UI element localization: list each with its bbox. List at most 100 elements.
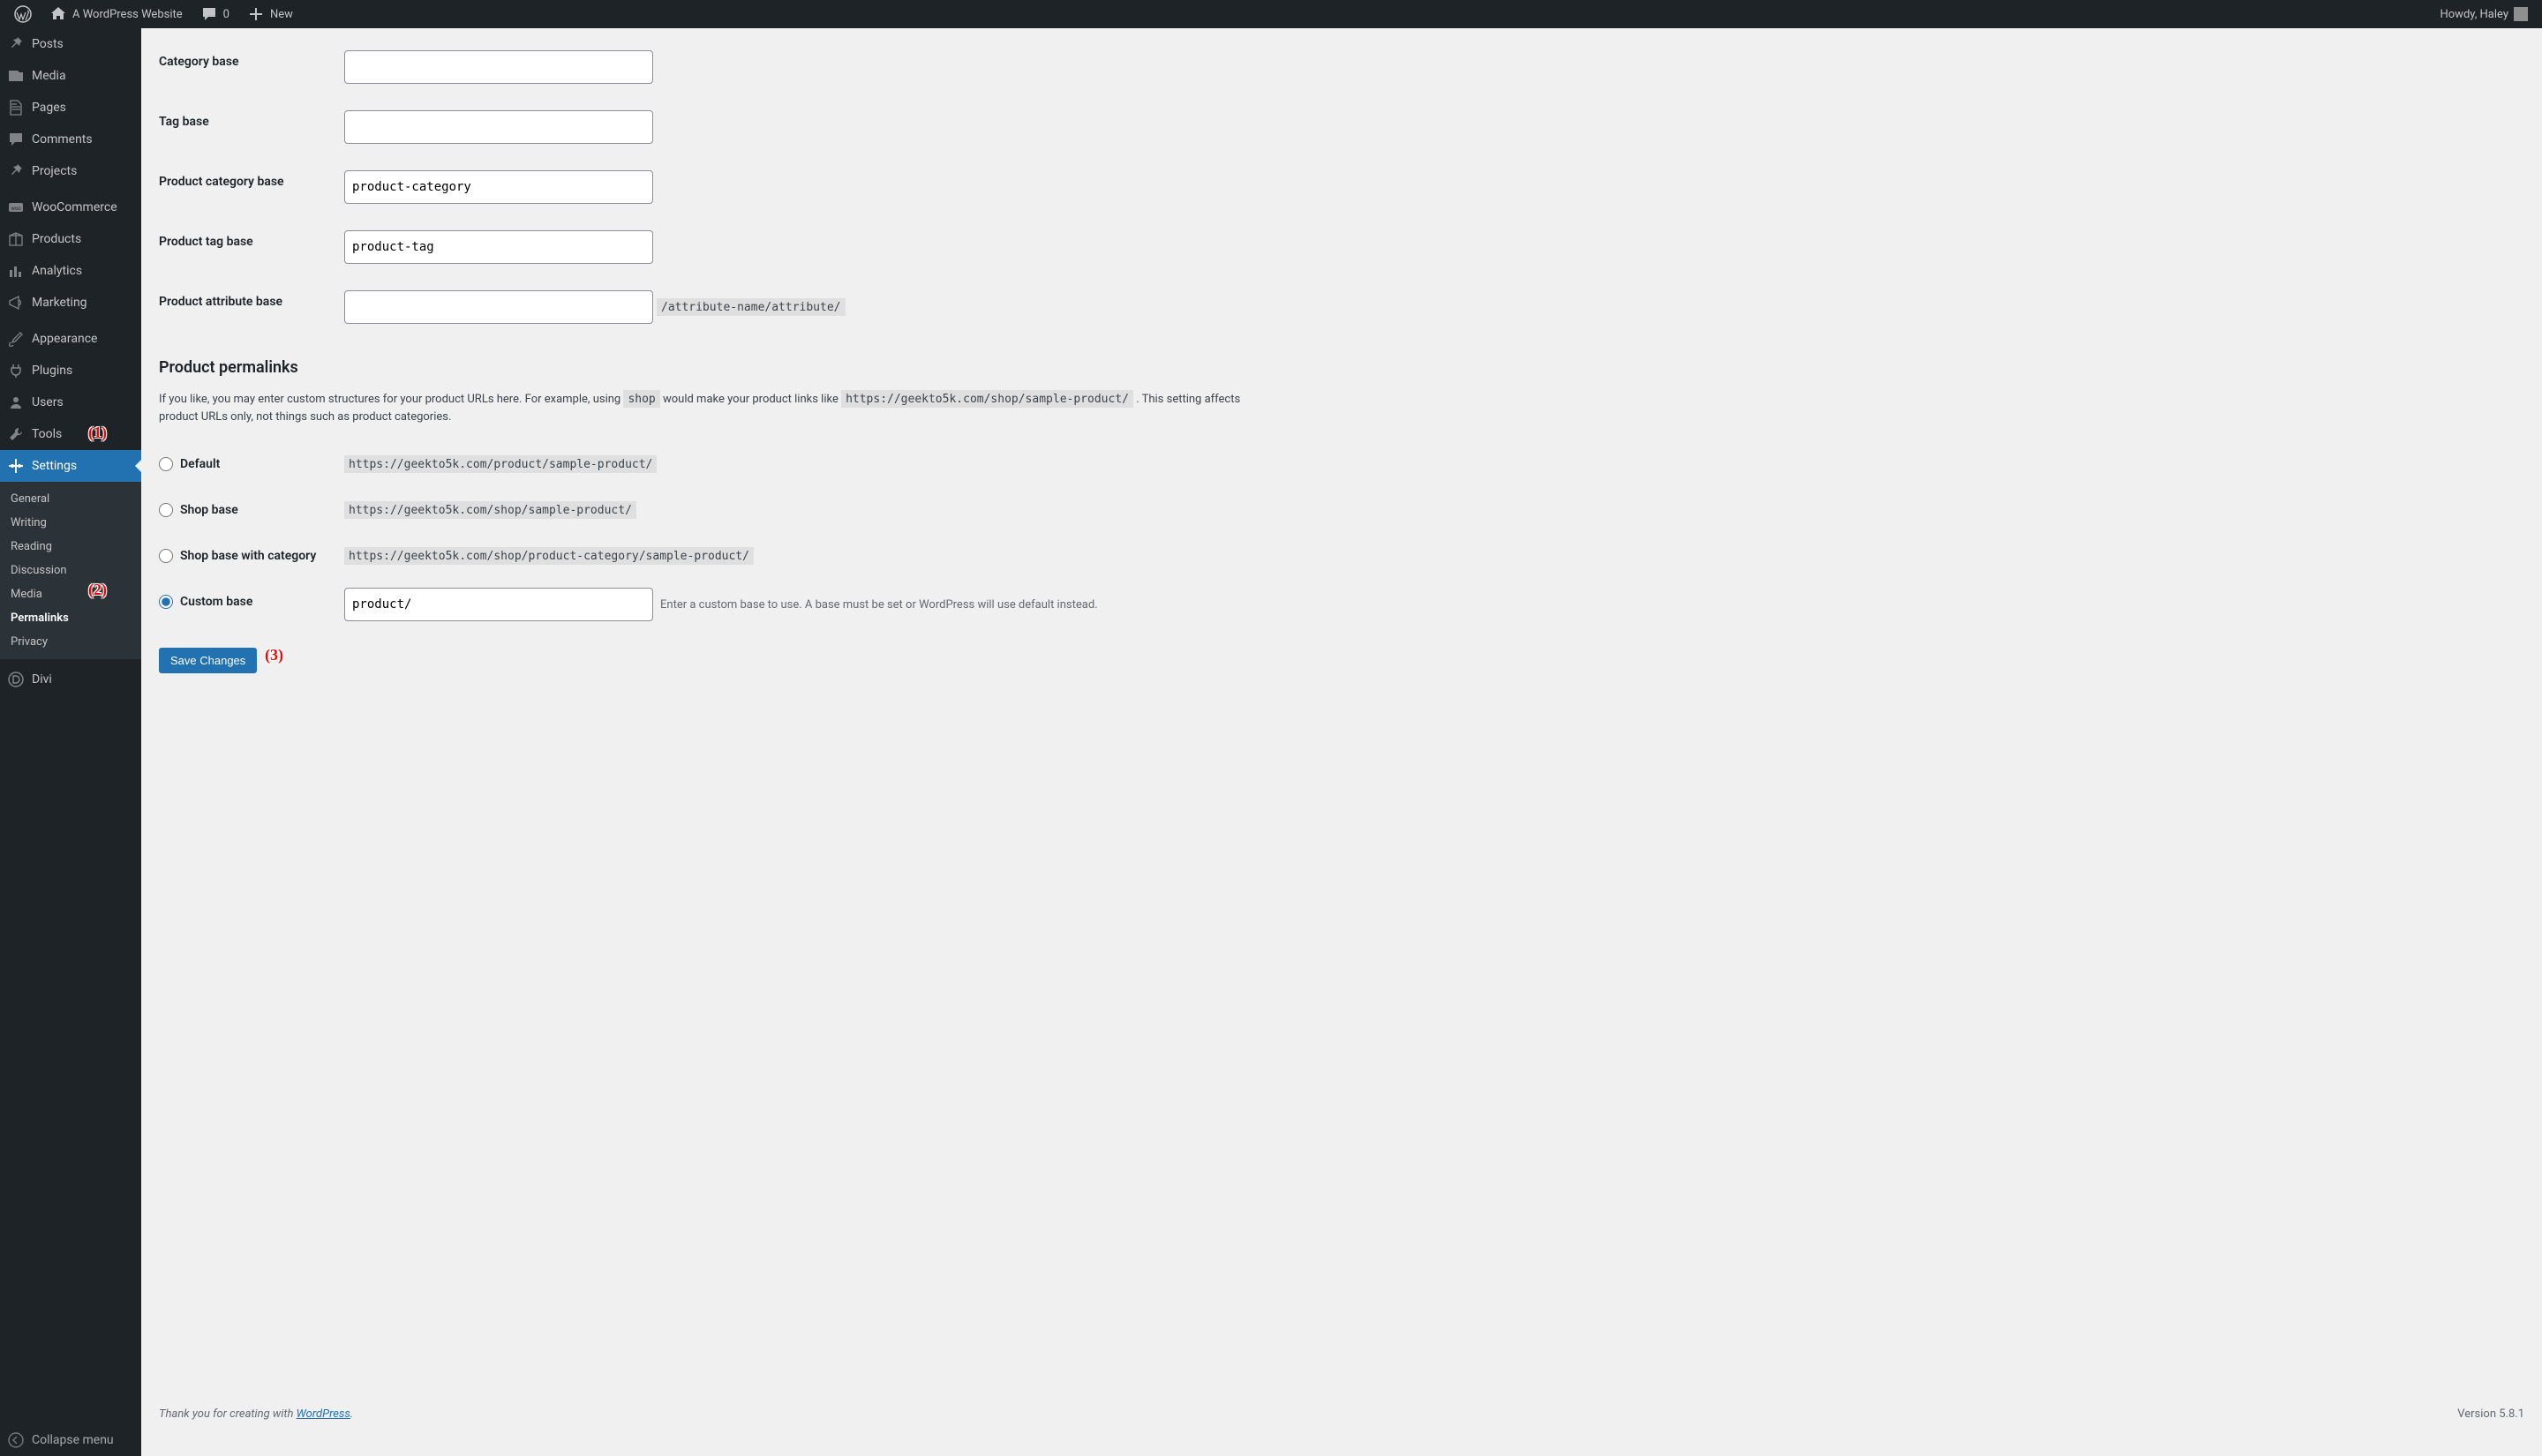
menu-label: Comments	[32, 132, 93, 146]
submenu-general[interactable]: General	[0, 487, 141, 511]
field-label: Category base	[159, 37, 335, 97]
sidebar-item-media[interactable]: Media	[0, 60, 141, 92]
admin-bar: A WordPress Website 0 New Howdy, Haley	[0, 0, 2542, 28]
menu-label: Posts	[32, 37, 64, 51]
submenu-writing[interactable]: Writing	[0, 511, 141, 535]
permalink-option-custom[interactable]: Custom base	[159, 595, 327, 609]
submenu-privacy[interactable]: Privacy	[0, 630, 141, 654]
sidebar-item-comments[interactable]: Comments	[0, 124, 141, 155]
comment-icon	[200, 5, 218, 23]
comments-link[interactable]: 0	[193, 0, 237, 28]
home-icon	[49, 5, 67, 23]
footer: Thank you for creating with WordPress. V…	[159, 1372, 2524, 1421]
permalink-table: Defaulthttps://geekto5k.com/product/samp…	[159, 441, 2524, 630]
sidebar-item-appearance[interactable]: Appearance	[0, 323, 141, 355]
menu-label: Users	[32, 395, 64, 409]
custom-help: Enter a custom base to use. A base must …	[660, 598, 1098, 612]
radio-custom-base[interactable]	[159, 595, 173, 609]
admin-sidebar: Posts Media Pages Comments Projects woo WooCo…	[0, 28, 141, 1456]
new-label: New	[270, 8, 293, 21]
menu-label: Divi	[32, 672, 52, 687]
sidebar-item-users[interactable]: Users	[0, 387, 141, 418]
permalink-example: https://geekto5k.com/shop/product-catego…	[344, 547, 754, 565]
wordpress-icon	[14, 5, 32, 23]
wordpress-link[interactable]: WordPress	[297, 1407, 350, 1421]
menu-label: Tools	[32, 427, 62, 441]
mega-icon	[7, 294, 25, 311]
collapse-icon	[7, 1431, 25, 1449]
permalink-option-0[interactable]: Default	[159, 457, 327, 471]
svg-text:woo: woo	[11, 206, 21, 212]
sidebar-item-projects[interactable]: Projects	[0, 155, 141, 187]
box-icon	[7, 230, 25, 248]
sidebar-item-posts[interactable]: Posts	[0, 28, 141, 60]
input-product-attribute-base[interactable]	[344, 290, 653, 324]
sidebar-item-tools[interactable]: Tools	[0, 418, 141, 450]
plug-icon	[7, 362, 25, 379]
settings-icon	[7, 457, 25, 475]
menu-label: Pages	[32, 101, 66, 115]
settings-submenu: GeneralWritingReadingDiscussionMediaPerm…	[0, 482, 141, 659]
menu-label: Marketing	[32, 296, 87, 310]
users-icon	[7, 394, 25, 411]
sidebar-item-pages[interactable]: Pages	[0, 92, 141, 124]
brush-icon	[7, 330, 25, 348]
pin-icon	[7, 162, 25, 180]
submenu-reading[interactable]: Reading	[0, 535, 141, 559]
input-custom-base[interactable]	[344, 588, 653, 621]
permalink-option-2[interactable]: Shop base with category	[159, 549, 327, 563]
comments-count: 0	[223, 8, 229, 21]
radio-default[interactable]	[159, 457, 173, 471]
input-product-tag-base[interactable]	[344, 230, 653, 264]
desc-code-url: https://geekto5k.com/shop/sample-product…	[841, 390, 1133, 408]
submenu-media[interactable]: Media	[0, 582, 141, 606]
howdy-link[interactable]: Howdy, Haley	[2433, 0, 2535, 28]
sidebar-item-marketing[interactable]: Marketing	[0, 287, 141, 319]
version-text: Version 5.8.1	[2457, 1407, 2524, 1421]
menu-label: Analytics	[32, 264, 82, 278]
field-label: Product category base	[159, 157, 335, 217]
sidebar-item-woocommerce[interactable]: woo WooCommerce	[0, 191, 141, 223]
page-icon	[7, 99, 25, 116]
collapse-menu[interactable]: Collapse menu	[0, 1424, 141, 1456]
menu-label: Settings	[32, 459, 77, 473]
annotation-3: (3)	[265, 646, 283, 664]
permalink-option-1[interactable]: Shop base	[159, 503, 327, 517]
save-changes-button[interactable]: Save Changes	[159, 648, 257, 673]
input-tag-base[interactable]	[344, 110, 653, 144]
new-link[interactable]: New	[240, 0, 300, 28]
field-label: Tag base	[159, 97, 335, 157]
input-product-category-base[interactable]	[344, 170, 653, 204]
sidebar-item-plugins[interactable]: Plugins	[0, 355, 141, 387]
submenu-permalinks[interactable]: Permalinks	[0, 606, 141, 630]
site-link[interactable]: A WordPress Website	[42, 0, 190, 28]
collapse-label: Collapse menu	[32, 1433, 114, 1447]
sidebar-item-settings[interactable]: Settings	[0, 450, 141, 482]
pin-icon	[7, 35, 25, 53]
menu-label: WooCommerce	[32, 200, 117, 214]
permalink-example: https://geekto5k.com/shop/sample-product…	[344, 501, 636, 519]
section-heading: Product permalinks	[159, 358, 2524, 377]
sidebar-item-products[interactable]: Products	[0, 223, 141, 255]
avatar	[2514, 7, 2528, 21]
sidebar-item-analytics[interactable]: Analytics	[0, 255, 141, 287]
chart-icon	[7, 262, 25, 280]
menu-label: Products	[32, 232, 81, 246]
radio-shop-base-with-category[interactable]	[159, 549, 173, 563]
input-category-base[interactable]	[344, 50, 653, 84]
site-name: A WordPress Website	[72, 8, 183, 21]
divi-icon	[7, 671, 25, 688]
wp-logo[interactable]	[7, 0, 39, 28]
main-content: Category baseTag baseProduct category ba…	[141, 28, 2542, 1456]
radio-shop-base[interactable]	[159, 503, 173, 517]
menu-label: Media	[32, 69, 66, 83]
submenu-discussion[interactable]: Discussion	[0, 559, 141, 582]
comment-icon	[7, 131, 25, 148]
sidebar-item-divi[interactable]: Divi	[0, 664, 141, 695]
woo-icon: woo	[7, 199, 25, 216]
base-fields-table: Category baseTag baseProduct category ba…	[159, 37, 2524, 337]
plus-icon	[247, 5, 265, 23]
section-description: If you like, you may enter custom struct…	[159, 391, 1253, 425]
media-icon	[7, 67, 25, 85]
howdy-text: Howdy, Haley	[2440, 8, 2508, 21]
